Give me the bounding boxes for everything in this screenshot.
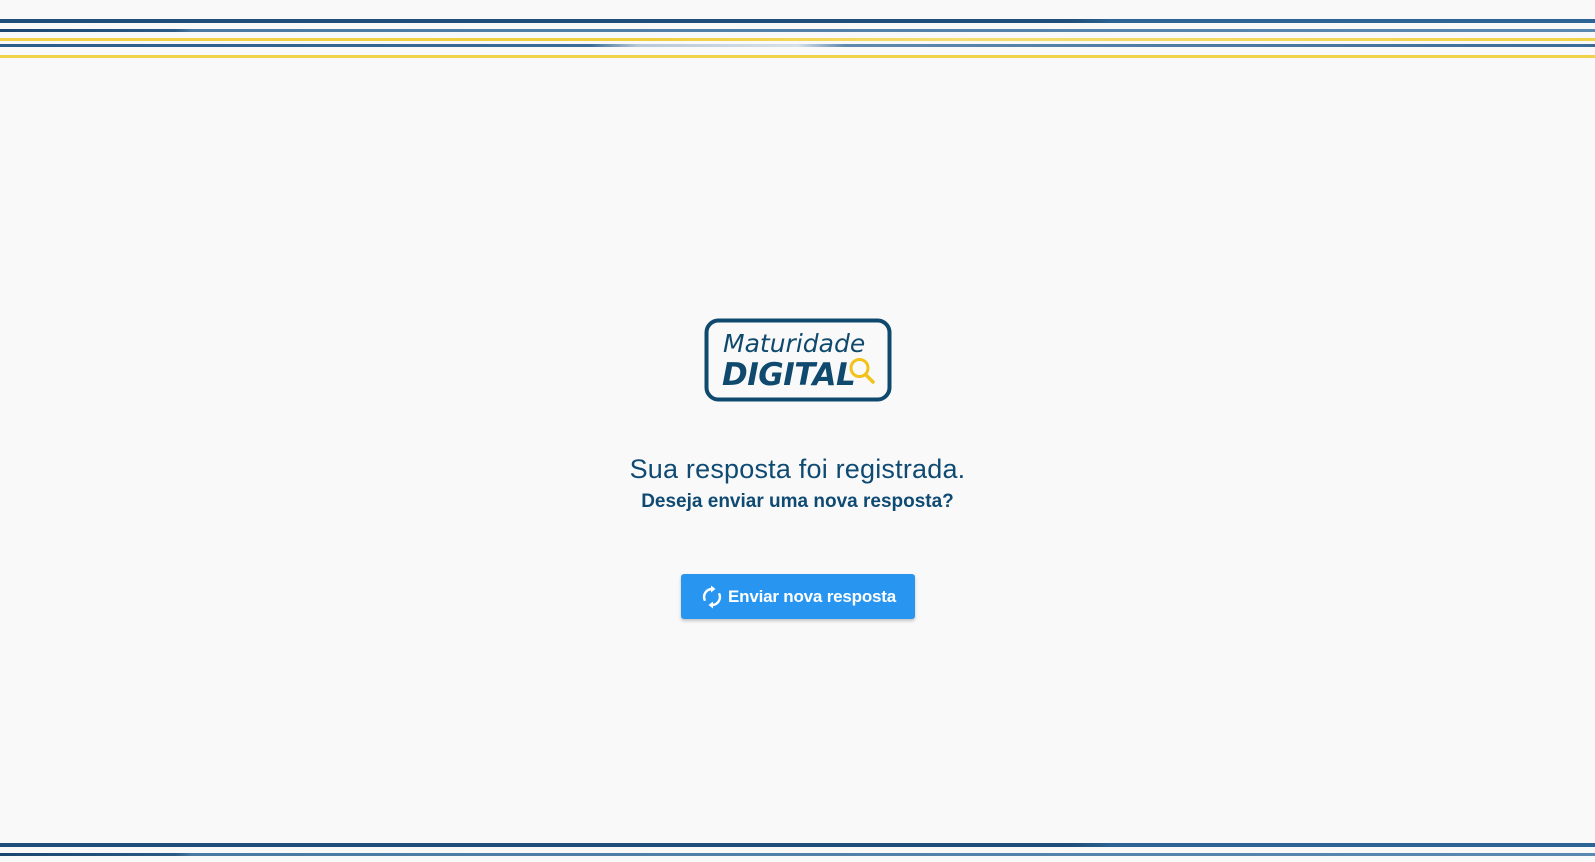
logo-line2: DIGITAL: [722, 357, 855, 393]
maturidade-digital-logo: Maturidade DIGITAL: [704, 318, 892, 402]
stripe-blue-bottom: [0, 843, 1595, 847]
refresh-icon: [699, 584, 725, 610]
stripe-yellow-bottom: [0, 55, 1595, 58]
confirmation-title: Sua resposta foi registrada.: [629, 454, 966, 484]
footer-decoration: [0, 834, 1595, 862]
stripe-blue-bottom-light: [0, 853, 1595, 856]
stripe-blue-middle: [0, 29, 1595, 32]
stripe-blue-light: [0, 44, 1595, 47]
confirmation-subtitle: Deseja enviar uma nova resposta?: [641, 491, 954, 512]
logo-line1: Maturidade: [723, 329, 865, 358]
stripe-blue-top: [0, 19, 1595, 23]
send-new-response-label: Enviar nova resposta: [728, 586, 896, 606]
confirmation-panel: Maturidade DIGITAL Sua resposta foi regi…: [0, 318, 1595, 619]
header-decoration: [0, 0, 1595, 64]
stripe-yellow-top: [0, 38, 1595, 41]
send-new-response-button[interactable]: Enviar nova resposta: [680, 574, 915, 619]
